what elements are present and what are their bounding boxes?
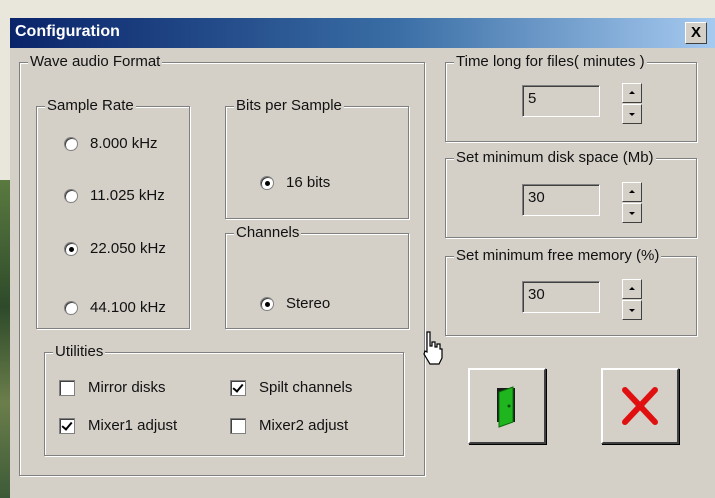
sample-rate-8000[interactable]: 8.000 kHz xyxy=(64,135,158,152)
sample-rate-11025[interactable]: 11.025 kHz xyxy=(64,187,165,204)
channels-stereo[interactable]: Stereo xyxy=(260,295,330,312)
hand-cursor-icon xyxy=(423,331,443,365)
sample-rate-group: Sample Rate 8.000 kHz 11.025 kHz 22.050 … xyxy=(36,97,190,329)
min-memory-spinner[interactable] xyxy=(622,279,642,321)
sample-rate-22050-label: 22.050 kHz xyxy=(90,240,166,257)
checkbox[interactable] xyxy=(59,379,75,396)
mirror-disks-label: Mirror disks xyxy=(88,379,166,396)
channels-legend: Channels xyxy=(234,224,302,241)
close-button[interactable]: X xyxy=(685,22,707,44)
sample-rate-44100-label: 44.100 kHz xyxy=(90,299,166,316)
min-disk-legend: Set minimum disk space (Mb) xyxy=(454,149,656,166)
wave-format-group: Wave audio Format Sample Rate 8.000 kHz … xyxy=(19,53,425,476)
radio-button[interactable] xyxy=(64,300,78,315)
bits-16-label: 16 bits xyxy=(286,174,331,191)
spin-down-button[interactable] xyxy=(622,203,642,223)
sample-rate-legend: Sample Rate xyxy=(45,97,136,114)
checkbox-checked[interactable] xyxy=(230,379,246,396)
time-long-spinner[interactable] xyxy=(622,83,642,125)
utilities-group: Utilities Mirror disks Spilt channels Mi… xyxy=(44,343,404,456)
checkbox[interactable] xyxy=(230,417,246,434)
spin-up-button[interactable] xyxy=(622,83,642,103)
dialog-title: Configuration xyxy=(15,23,120,40)
checkbox-checked[interactable] xyxy=(59,417,75,434)
mixer1-adjust-label: Mixer1 adjust xyxy=(88,417,178,434)
split-channels-label: Spilt channels xyxy=(259,379,353,396)
utilities-legend: Utilities xyxy=(53,343,106,360)
min-memory-legend: Set minimum free memory (%) xyxy=(454,247,662,264)
mixer2-adjust-checkbox[interactable]: Mixer2 adjust xyxy=(230,417,348,434)
sample-rate-22050[interactable]: 22.050 kHz xyxy=(64,240,166,257)
channels-group: Channels Stereo xyxy=(225,224,409,329)
sample-rate-11025-label: 11.025 kHz xyxy=(90,187,165,204)
mixer1-adjust-checkbox[interactable]: Mixer1 adjust xyxy=(59,417,177,434)
channels-stereo-label: Stereo xyxy=(286,295,331,312)
cancel-button[interactable] xyxy=(601,368,679,444)
ok-button[interactable] xyxy=(468,368,546,444)
radio-button[interactable] xyxy=(64,136,78,151)
split-channels-checkbox[interactable]: Spilt channels xyxy=(230,379,352,396)
spin-up-button[interactable] xyxy=(622,182,642,202)
time-long-legend: Time long for files( minutes ) xyxy=(454,53,647,70)
spin-down-button[interactable] xyxy=(622,300,642,320)
sample-rate-44100[interactable]: 44.100 kHz xyxy=(64,299,166,316)
spin-down-button[interactable] xyxy=(622,104,642,124)
title-bar[interactable]: Configuration X xyxy=(10,18,715,48)
door-exit-icon xyxy=(497,386,515,428)
radio-button-selected[interactable] xyxy=(260,175,274,190)
min-memory-group: Set minimum free memory (%) 30 xyxy=(445,247,697,336)
configuration-dialog: Configuration X Wave audio Format Sample… xyxy=(10,18,715,498)
radio-button-selected[interactable] xyxy=(64,241,78,256)
radio-button-selected[interactable] xyxy=(260,296,274,311)
spin-up-button[interactable] xyxy=(622,279,642,299)
time-long-group: Time long for files( minutes ) 5 xyxy=(445,53,697,142)
bits-per-sample-group: Bits per Sample 16 bits xyxy=(225,97,409,219)
sample-rate-8000-label: 8.000 kHz xyxy=(90,135,158,152)
time-long-input[interactable]: 5 xyxy=(522,85,600,117)
red-x-icon xyxy=(622,387,658,425)
radio-button[interactable] xyxy=(64,188,78,203)
min-memory-input[interactable]: 30 xyxy=(522,281,600,313)
wave-format-legend: Wave audio Format xyxy=(28,53,163,70)
bits-per-sample-legend: Bits per Sample xyxy=(234,97,344,114)
mixer2-adjust-label: Mixer2 adjust xyxy=(259,417,349,434)
min-disk-group: Set minimum disk space (Mb) 30 xyxy=(445,149,697,238)
bits-16[interactable]: 16 bits xyxy=(260,174,330,191)
min-disk-spinner[interactable] xyxy=(622,182,642,224)
min-disk-input[interactable]: 30 xyxy=(522,184,600,216)
mirror-disks-checkbox[interactable]: Mirror disks xyxy=(59,379,166,396)
